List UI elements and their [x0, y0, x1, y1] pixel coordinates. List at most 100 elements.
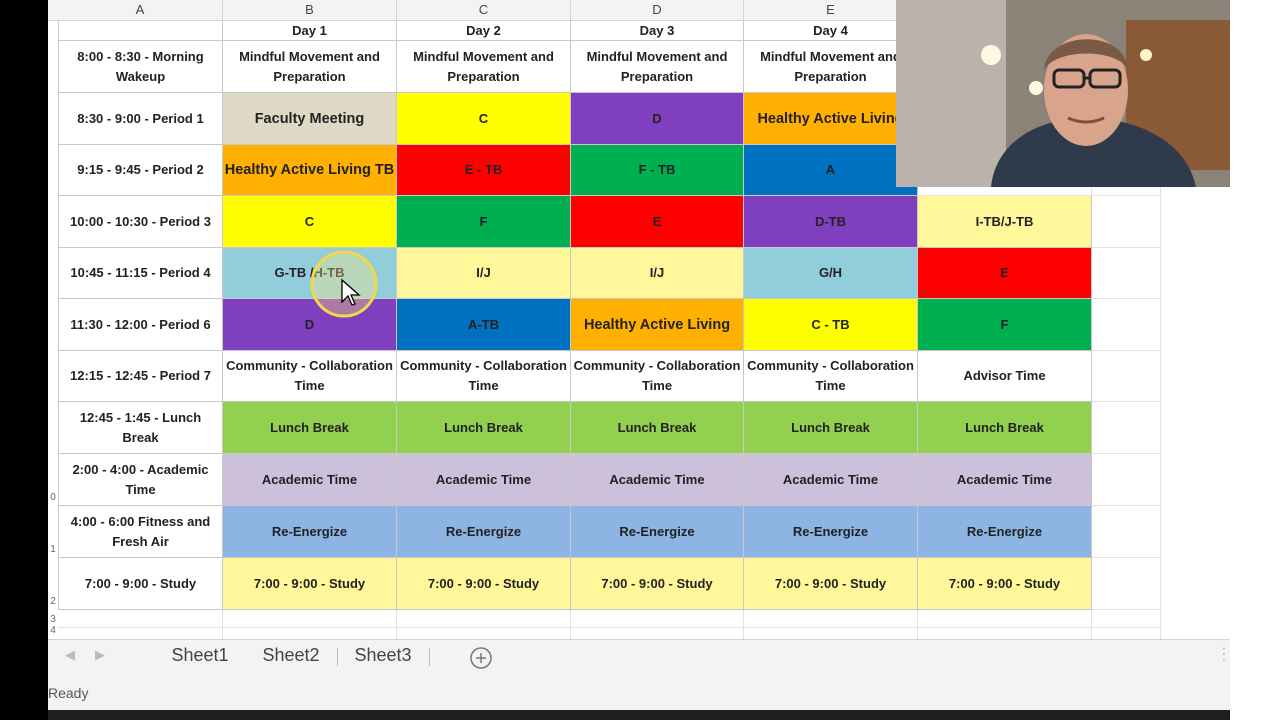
day-header[interactable]: Day 2	[397, 21, 571, 41]
day-header[interactable]: Day 1	[223, 21, 397, 41]
schedule-cell[interactable]: C	[223, 196, 397, 248]
schedule-cell[interactable]: Re-Energize	[223, 506, 397, 558]
schedule-cell[interactable]: 7:00 - 9:00 - Study	[397, 558, 571, 610]
schedule-cell[interactable]: G/H	[744, 248, 918, 299]
schedule-cell[interactable]: Mindful Movement and Preparation	[571, 41, 744, 93]
schedule-cell[interactable]: Lunch Break	[571, 402, 744, 454]
empty-cell[interactable]	[744, 610, 918, 628]
schedule-cell[interactable]: Mindful Movement and Preparation	[397, 41, 571, 93]
schedule-cell[interactable]: Community - Collaboration Time	[397, 351, 571, 402]
schedule-cell[interactable]: Academic Time	[223, 454, 397, 506]
column-header[interactable]: C	[397, 0, 571, 20]
triangle-left-icon[interactable]: ◀	[60, 640, 80, 670]
schedule-cell[interactable]: Community - Collaboration Time	[744, 351, 918, 402]
time-slot-cell[interactable]: 2:00 - 4:00 - Academic Time	[58, 454, 223, 506]
row-number[interactable]: 2	[48, 596, 58, 607]
schedule-cell[interactable]: Lunch Break	[744, 402, 918, 454]
schedule-cell[interactable]: Mindful Movement and Preparation	[744, 41, 918, 93]
empty-cell[interactable]	[1092, 610, 1161, 628]
day-header[interactable]: Day 4	[744, 21, 918, 41]
triangle-right-icon[interactable]: ▶	[90, 640, 110, 670]
schedule-cell[interactable]: Lunch Break	[918, 402, 1092, 454]
plus-circle-icon[interactable]	[469, 646, 493, 670]
schedule-cell[interactable]: 7:00 - 9:00 - Study	[918, 558, 1092, 610]
schedule-cell[interactable]: C - TB	[744, 299, 918, 351]
schedule-cell[interactable]: Re-Energize	[918, 506, 1092, 558]
schedule-cell[interactable]: Faculty Meeting	[223, 93, 397, 145]
schedule-cell[interactable]: A	[744, 145, 918, 196]
schedule-cell[interactable]: 7:00 - 9:00 - Study	[571, 558, 744, 610]
schedule-cell[interactable]: Healthy Active Living	[744, 93, 918, 145]
empty-cell[interactable]	[918, 610, 1092, 628]
schedule-cell[interactable]: 7:00 - 9:00 - Study	[223, 558, 397, 610]
schedule-cell[interactable]: Re-Energize	[744, 506, 918, 558]
time-slot-cell[interactable]: 8:30 - 9:00 - Period 1	[58, 93, 223, 145]
schedule-cell[interactable]: E - TB	[397, 145, 571, 196]
schedule-cell[interactable]: Healthy Active Living TB	[223, 145, 397, 196]
schedule-cell[interactable]: Lunch Break	[223, 402, 397, 454]
empty-cell[interactable]	[1092, 299, 1161, 351]
schedule-cell[interactable]: I/J	[397, 248, 571, 299]
schedule-cell[interactable]: D	[571, 93, 744, 145]
schedule-cell[interactable]: Community - Collaboration Time	[223, 351, 397, 402]
time-slot-cell[interactable]: 7:00 - 9:00 - Study	[58, 558, 223, 610]
schedule-cell[interactable]: Mindful Movement and Preparation	[223, 41, 397, 93]
schedule-cell[interactable]: Academic Time	[744, 454, 918, 506]
schedule-cell[interactable]: F	[918, 299, 1092, 351]
time-slot-cell[interactable]: 10:00 - 10:30 - Period 3	[58, 196, 223, 248]
empty-cell[interactable]	[1092, 402, 1161, 454]
schedule-cell[interactable]: F	[397, 196, 571, 248]
time-slot-cell[interactable]: 9:15 - 9:45 - Period 2	[58, 145, 223, 196]
empty-cell[interactable]	[571, 610, 744, 628]
schedule-cell[interactable]: D-TB	[744, 196, 918, 248]
column-header[interactable]: D	[571, 0, 744, 20]
time-slot-cell[interactable]: 12:45 - 1:45 - Lunch Break	[58, 402, 223, 454]
schedule-cell[interactable]: Academic Time	[571, 454, 744, 506]
empty-cell[interactable]	[1092, 506, 1161, 558]
row-number[interactable]: 4	[48, 625, 58, 636]
schedule-cell[interactable]: Healthy Active Living	[571, 299, 744, 351]
row-number[interactable]: 3	[48, 614, 58, 625]
empty-cell[interactable]	[1092, 196, 1161, 248]
empty-cell[interactable]	[58, 610, 223, 628]
empty-cell[interactable]	[744, 628, 918, 639]
empty-cell[interactable]	[1092, 351, 1161, 402]
column-header[interactable]: B	[223, 0, 397, 20]
day-header[interactable]: Day 3	[571, 21, 744, 41]
empty-cell[interactable]	[1092, 454, 1161, 506]
schedule-cell[interactable]: Academic Time	[918, 454, 1092, 506]
empty-cell[interactable]	[571, 628, 744, 639]
time-slot-cell[interactable]: 4:00 - 6:00 Fitness and Fresh Air	[58, 506, 223, 558]
empty-cell[interactable]	[397, 628, 571, 639]
tab-sheet2[interactable]: Sheet2	[246, 640, 336, 670]
empty-cell[interactable]	[397, 610, 571, 628]
row-number[interactable]: 1	[48, 544, 58, 555]
schedule-cell[interactable]: Community - Collaboration Time	[571, 351, 744, 402]
time-slot-cell[interactable]: 11:30 - 12:00 - Period 6	[58, 299, 223, 351]
schedule-cell[interactable]: A-TB	[397, 299, 571, 351]
schedule-cell[interactable]: 7:00 - 9:00 - Study	[744, 558, 918, 610]
schedule-cell[interactable]: I/J	[571, 248, 744, 299]
row-number[interactable]: 0	[48, 492, 58, 503]
schedule-cell[interactable]: Re-Energize	[571, 506, 744, 558]
schedule-cell[interactable]: I-TB/J-TB	[918, 196, 1092, 248]
schedule-cell[interactable]: Advisor Time	[918, 351, 1092, 402]
schedule-cell[interactable]: Re-Energize	[397, 506, 571, 558]
empty-cell[interactable]	[223, 610, 397, 628]
schedule-cell[interactable]: C	[397, 93, 571, 145]
empty-cell[interactable]	[223, 628, 397, 639]
time-slot-cell[interactable]: 10:45 - 11:15 - Period 4	[58, 248, 223, 299]
empty-cell[interactable]	[918, 628, 1092, 639]
empty-cell[interactable]	[1092, 248, 1161, 299]
empty-cell[interactable]	[58, 628, 223, 639]
time-slot-cell[interactable]: 12:15 - 12:45 - Period 7	[58, 351, 223, 402]
tab-sheet3[interactable]: Sheet3	[338, 640, 428, 670]
schedule-cell[interactable]: E	[918, 248, 1092, 299]
schedule-cell[interactable]: Academic Time	[397, 454, 571, 506]
column-header[interactable]: E	[744, 0, 918, 20]
empty-cell[interactable]	[1092, 628, 1161, 639]
column-header[interactable]: A	[58, 0, 223, 20]
schedule-cell[interactable]: F - TB	[571, 145, 744, 196]
schedule-cell[interactable]: E	[571, 196, 744, 248]
empty-cell[interactable]	[1092, 558, 1161, 610]
